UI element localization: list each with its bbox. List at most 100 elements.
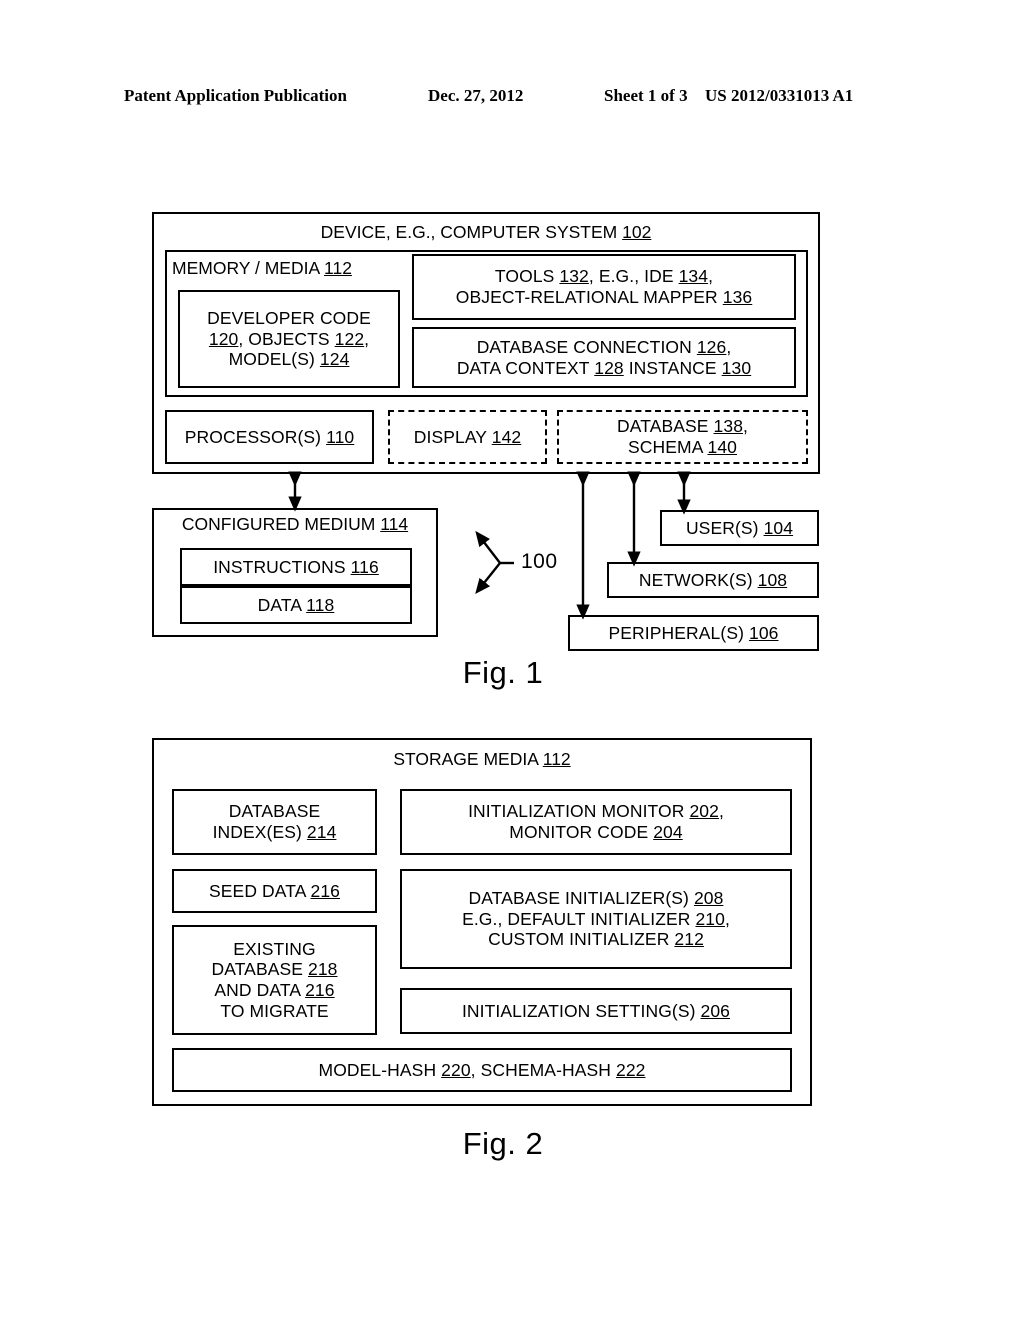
storage-media-title-text: STORAGE MEDIA — [393, 749, 543, 769]
configured-medium-ref-114: 114 — [380, 514, 409, 534]
header-publication-label: Patent Application Publication — [124, 86, 347, 105]
header-publication-number: US 2012/0331013 A1 — [705, 86, 854, 105]
db-schema-ref-140: 140 — [707, 437, 737, 457]
init-settings-text: INITIALIZATION SETTING(S) — [461, 1000, 701, 1021]
configured-medium-label: CONFIGURED MEDIUM 114 — [152, 514, 438, 535]
existing-database-line-2-text: DATABASE — [211, 959, 309, 980]
hash-line-1-b: , SCHEMA-HASH — [470, 1059, 616, 1080]
data-label: DATA 118 — [254, 595, 339, 616]
db-init-line-1-a: DATABASE INITIALIZER(S) — [468, 888, 694, 909]
db-init-ref-208: 208 — [693, 888, 724, 909]
db-init-line-2-a: E.G., DEFAULT INITIALIZER — [462, 908, 696, 929]
device-box-title: DEVICE, E.G., COMPUTER SYSTEM 102 — [152, 222, 820, 243]
figure-1-callout-100: 100 — [521, 550, 558, 573]
page-header: Patent Application Publication Dec. 27, … — [0, 86, 1024, 112]
storage-media-title: STORAGE MEDIA 112 — [152, 749, 812, 770]
db-conn-line-1-b: , — [726, 336, 732, 357]
hash-box: MODEL-HASH 220, SCHEMA-HASH 222 — [172, 1048, 792, 1092]
database-connection-box: DATABASE CONNECTION 126, DATA CONTEXT 12… — [412, 327, 796, 388]
developer-code-line-1: DEVELOPER CODE — [207, 308, 371, 329]
db-conn-line-2-a: DATA CONTEXT — [456, 357, 595, 378]
device-box-title-ref: 102 — [622, 222, 652, 242]
db-init-line-2-b: , — [724, 908, 730, 929]
database-indexes-ref-214: 214 — [306, 822, 337, 842]
instructions-text: INSTRUCTIONS — [213, 556, 351, 577]
networks-label: NETWORK(S) 108 — [635, 570, 791, 591]
header-date: Dec. 27, 2012 — [428, 86, 524, 105]
db-schema-ref-138: 138 — [713, 416, 744, 437]
tools-line-1-c: , — [708, 266, 714, 287]
storage-media-title-ref: 112 — [542, 749, 571, 769]
db-conn-line-1-a: DATABASE CONNECTION — [476, 336, 697, 357]
header-sheet-number: Sheet 1 of 3 — [604, 86, 688, 105]
init-monitor-line-2-a: MONITOR CODE — [509, 822, 654, 842]
db-conn-ref-126: 126 — [696, 336, 727, 357]
hash-ref-220: 220 — [441, 1059, 471, 1080]
init-monitor-ref-204: 204 — [653, 822, 683, 842]
init-settings-ref-206: 206 — [700, 1000, 731, 1021]
display-ref-142: 142 — [491, 426, 522, 447]
configured-medium-text: CONFIGURED MEDIUM — [181, 514, 381, 534]
existing-database-line-3-text: AND DATA — [214, 980, 306, 1000]
peripherals-ref-106: 106 — [748, 622, 779, 643]
database-initializers-label: DATABASE INITIALIZER(S) 208 E.G., DEFAUL… — [458, 888, 734, 950]
initialization-settings-label: INITIALIZATION SETTING(S) 206 — [458, 1001, 734, 1022]
device-box-title-text: DEVICE, E.G., COMPUTER SYSTEM — [320, 222, 623, 242]
developer-code-ref-124: 124 — [319, 349, 350, 370]
processors-label: PROCESSOR(S) 110 — [181, 427, 359, 448]
tools-line-1-b: , E.G., IDE — [588, 266, 679, 287]
db-schema-line-1-b: , — [743, 416, 748, 437]
instructions-ref-116: 116 — [350, 556, 379, 577]
instructions-label: INSTRUCTIONS 116 — [209, 557, 383, 578]
networks-ref-108: 108 — [757, 569, 788, 590]
db-init-ref-210: 210 — [695, 908, 725, 929]
networks-box: NETWORK(S) 108 — [607, 562, 819, 598]
existing-database-box: EXISTING DATABASE 218 AND DATA 216 TO MI… — [172, 925, 377, 1035]
hash-line-1-a: MODEL-HASH — [318, 1059, 442, 1080]
display-box: DISPLAY 142 — [388, 410, 547, 464]
developer-code-label: DEVELOPER CODE 120, OBJECTS 122, MODEL(S… — [203, 308, 375, 370]
peripherals-box: PERIPHERAL(S) 106 — [568, 615, 819, 651]
users-ref-104: 104 — [763, 517, 794, 538]
memory-media-label-ref: 112 — [324, 258, 352, 278]
initialization-monitor-label: INITIALIZATION MONITOR 202, MONITOR CODE… — [464, 801, 728, 842]
developer-code-box: DEVELOPER CODE 120, OBJECTS 122, MODEL(S… — [178, 290, 400, 388]
existing-database-line-1: EXISTING — [233, 938, 316, 959]
tools-line-1-a: TOOLS — [494, 266, 560, 287]
db-conn-ref-130: 130 — [721, 357, 752, 378]
tools-ref-136: 136 — [722, 287, 753, 307]
database-indexes-label: DATABASE INDEX(ES) 214 — [209, 801, 341, 842]
database-schema-label: DATABASE 138, SCHEMA 140 — [613, 416, 752, 457]
users-text: USER(S) — [685, 517, 764, 538]
existing-database-ref-218: 218 — [308, 959, 338, 980]
database-indexes-line-1: DATABASE — [228, 801, 321, 822]
db-conn-line-2-b: INSTANCE — [623, 357, 722, 378]
db-conn-ref-128: 128 — [594, 357, 624, 378]
initialization-monitor-box: INITIALIZATION MONITOR 202, MONITOR CODE… — [400, 789, 792, 855]
developer-code-ref-120: 120 — [208, 328, 239, 349]
figure-2-caption: Fig. 2 — [462, 1126, 544, 1161]
developer-code-ref-122: 122 — [334, 328, 365, 349]
peripherals-text: PERIPHERAL(S) — [608, 622, 749, 643]
seed-data-label: SEED DATA 216 — [205, 881, 344, 902]
init-monitor-line-1-b: , — [718, 801, 724, 822]
tools-label: TOOLS 132, E.G., IDE 134, OBJECT-RELATIO… — [452, 266, 757, 307]
developer-code-line-3-text: MODEL(S) — [228, 349, 320, 370]
existing-database-ref-216: 216 — [305, 980, 335, 1000]
display-label: DISPLAY 142 — [410, 427, 525, 448]
db-init-ref-212: 212 — [674, 929, 704, 950]
existing-database-label: EXISTING DATABASE 218 AND DATA 216 TO MI… — [207, 939, 341, 1022]
data-ref-118: 118 — [306, 594, 335, 615]
initialization-settings-box: INITIALIZATION SETTING(S) 206 — [400, 988, 792, 1034]
tools-ref-132: 132 — [559, 266, 589, 287]
tools-box: TOOLS 132, E.G., IDE 134, OBJECT-RELATIO… — [412, 254, 796, 320]
processors-ref-110: 110 — [326, 426, 355, 447]
instructions-box: INSTRUCTIONS 116 — [180, 548, 412, 586]
seed-data-box: SEED DATA 216 — [172, 869, 377, 913]
networks-text: NETWORK(S) — [638, 569, 758, 590]
seed-data-ref-216: 216 — [310, 880, 340, 901]
db-schema-line-2-a: SCHEMA — [628, 437, 708, 457]
hash-label: MODEL-HASH 220, SCHEMA-HASH 222 — [315, 1060, 650, 1081]
database-connection-label: DATABASE CONNECTION 126, DATA CONTEXT 12… — [453, 337, 755, 378]
users-box: USER(S) 104 — [660, 510, 819, 546]
